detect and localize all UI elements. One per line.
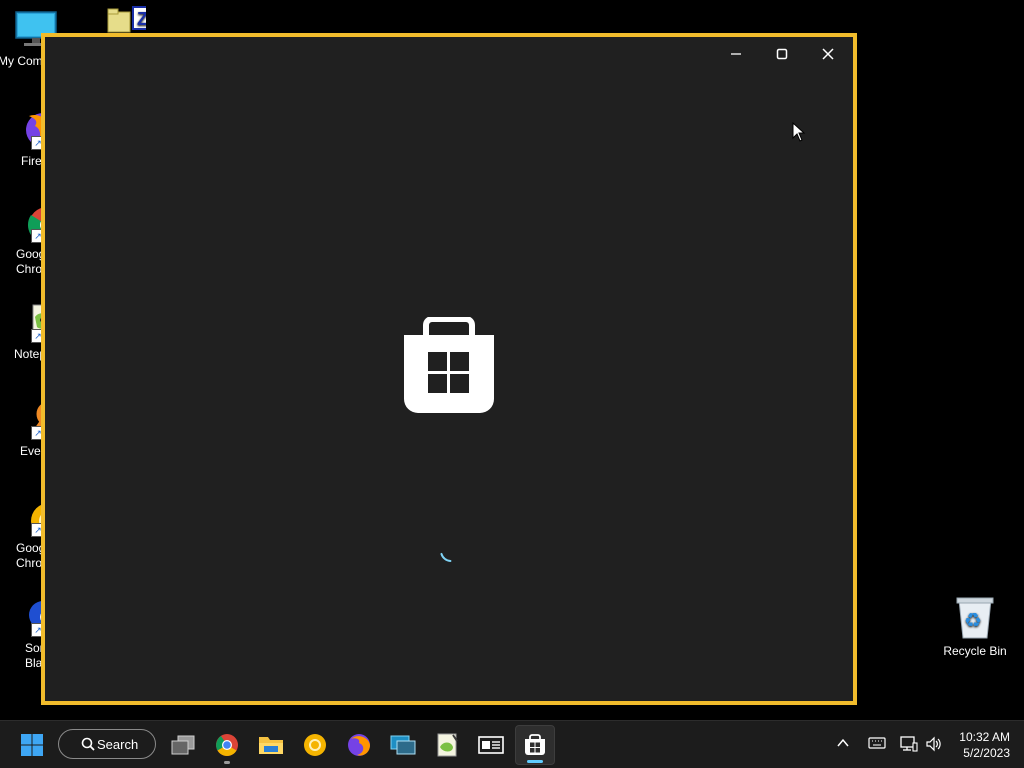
tray-network-button[interactable] <box>900 735 918 753</box>
search-icon <box>81 737 95 751</box>
news-icon <box>478 736 504 754</box>
tray-overflow-button[interactable] <box>836 736 850 750</box>
firefox-icon <box>348 734 370 756</box>
taskbar-news-button[interactable] <box>471 725 511 765</box>
store-bag-icon <box>525 734 545 755</box>
clock-date: 5/2/2023 <box>963 746 1010 760</box>
desktop: My Computer Z ↗ Firefox ↗ Google Chrome … <box>0 0 1024 720</box>
taskbar-notepad-plus-button[interactable] <box>427 725 467 765</box>
recycle-bin-icon: ♻ <box>955 596 995 640</box>
taskbar-store-button[interactable] <box>515 725 555 765</box>
chrome-icon <box>216 734 238 756</box>
notepad-plus-icon <box>437 733 458 757</box>
start-button[interactable] <box>12 725 52 765</box>
taskbar-chrome-canary-button[interactable] <box>295 725 335 765</box>
task-view-icon <box>171 735 195 755</box>
taskbar-clock[interactable]: 10:32 AM 5/2/2023 <box>959 729 1010 761</box>
svg-text:♻: ♻ <box>964 608 982 632</box>
remote-desktop-icon <box>390 735 416 755</box>
running-indicator <box>224 761 230 764</box>
mouse-cursor-icon <box>792 122 806 142</box>
taskbar-search-box[interactable]: Search <box>58 729 156 759</box>
clock-time: 10:32 AM <box>959 730 1010 744</box>
chrome-canary-icon <box>304 734 326 756</box>
taskbar: Search 10:32 AM 5/2/2023 <box>0 720 1024 768</box>
desktop-icon-label: Recycle Bin <box>943 644 1007 658</box>
taskbar-chrome-button[interactable] <box>207 725 247 765</box>
windows-logo-icon <box>21 734 43 756</box>
volume-icon <box>926 736 941 752</box>
svg-text:Z: Z <box>137 9 146 29</box>
taskbar-remote-desktop-button[interactable] <box>383 725 423 765</box>
minimize-icon <box>731 53 741 55</box>
close-icon <box>822 48 834 60</box>
maximize-button[interactable] <box>760 41 804 67</box>
taskbar-firefox-button[interactable] <box>339 725 379 765</box>
tray-keyboard-button[interactable] <box>868 736 886 750</box>
close-button[interactable] <box>806 41 850 67</box>
store-bag-icon <box>404 317 494 413</box>
tray-volume-button[interactable] <box>925 735 943 753</box>
maximize-icon <box>776 48 788 60</box>
folder-icon <box>259 737 283 754</box>
keyboard-icon <box>868 737 886 749</box>
minimize-button[interactable] <box>714 41 758 67</box>
search-label: Search <box>97 736 139 752</box>
taskbar-file-explorer-button[interactable] <box>251 725 291 765</box>
desktop-icon-recycle-bin[interactable]: ♻ Recycle Bin <box>938 596 1012 659</box>
task-view-button[interactable] <box>163 725 203 765</box>
store-window[interactable] <box>41 33 857 705</box>
network-icon <box>900 736 918 752</box>
active-indicator <box>527 760 543 763</box>
loading-spinner-icon <box>440 550 462 562</box>
chevron-up-icon <box>837 738 849 747</box>
